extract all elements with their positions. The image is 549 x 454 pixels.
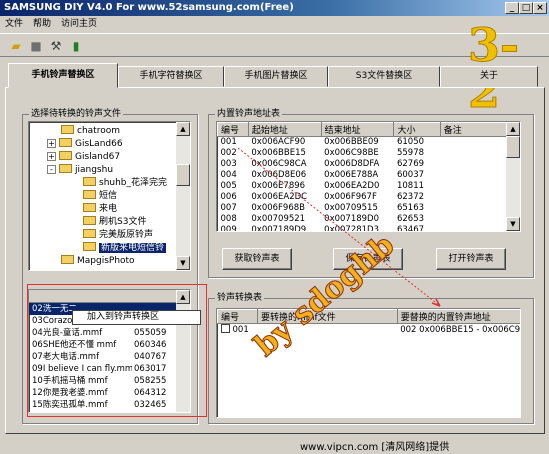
annotation-arrow: [237, 147, 441, 307]
context-menu-add-to-convert[interactable]: 加入到铃声转换区: [72, 310, 201, 325]
